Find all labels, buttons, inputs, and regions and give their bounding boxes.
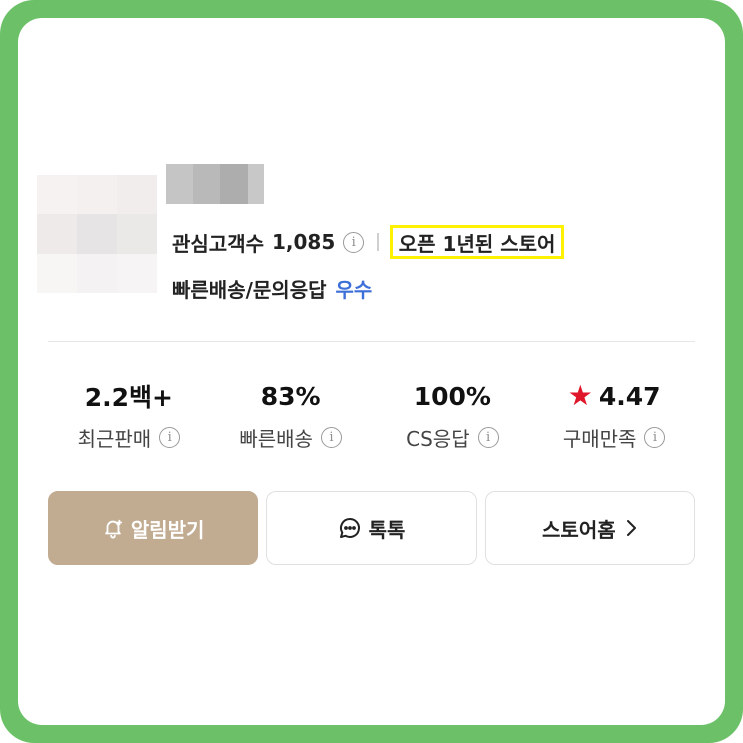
info-icon[interactable]: i: [320, 426, 342, 448]
star-icon: ★: [567, 379, 593, 412]
action-buttons: 알림받기 톡톡 스토어홈: [48, 491, 695, 565]
bell-icon: [105, 519, 123, 539]
store-card: 관심고객수 1,085 i 오픈 1년된 스토어 빠른배송/문의응답 우수 2.…: [18, 18, 725, 725]
divider: [48, 341, 695, 342]
info-icon[interactable]: i: [644, 426, 666, 448]
stat-fast-delivery: 83% 빠른배송 i: [210, 378, 372, 451]
store-name-blurred[interactable]: [166, 164, 264, 204]
store-home-button[interactable]: 스토어홈: [484, 491, 695, 565]
stat-value: 4.47: [598, 381, 661, 411]
service-label: 빠른배송/문의응답: [172, 277, 327, 302]
followers-label: 관심고객수: [172, 231, 264, 256]
stat-label: 빠른배송: [239, 426, 313, 451]
notify-button[interactable]: 알림받기: [48, 491, 259, 565]
info-icon[interactable]: i: [343, 231, 365, 253]
chevron-right-icon: [626, 520, 636, 536]
info-icon[interactable]: i: [477, 426, 499, 448]
stat-satisfaction: ★ 4.47 구매만족 i: [533, 378, 695, 451]
stat-value: 2.2백+: [84, 383, 173, 412]
open-duration-badge: 오픈 1년된 스토어: [389, 225, 565, 259]
service-grade: 우수: [335, 277, 373, 302]
store-meta-row: 관심고객수 1,085 i 오픈 1년된 스토어: [172, 224, 565, 260]
talk-label: 톡톡: [368, 517, 406, 542]
stat-label: CS응답: [406, 426, 470, 451]
info-icon[interactable]: i: [159, 426, 181, 448]
stat-cs-response: 100% CS응답 i: [372, 378, 534, 451]
service-grade-row: 빠른배송/문의응답 우수: [172, 273, 372, 303]
stat-value: 83%: [260, 381, 321, 411]
store-home-label: 스토어홈: [542, 517, 616, 542]
stat-value: 100%: [413, 381, 491, 411]
stat-label: 최근판매: [77, 426, 152, 451]
chat-bubble-icon: [339, 517, 360, 538]
talk-button[interactable]: 톡톡: [266, 491, 477, 565]
store-logo[interactable]: [37, 175, 157, 293]
stat-recent-sales: 2.2백+ 최근판매 i: [48, 378, 210, 451]
store-stats: 2.2백+ 최근판매 i 83% 빠른배송 i 100% CS응답 i ★ 4.…: [48, 378, 695, 451]
stat-label: 구매만족: [562, 426, 637, 451]
followers-count: 1,085: [272, 230, 336, 254]
separator: [377, 233, 379, 251]
notify-label: 알림받기: [130, 517, 205, 542]
